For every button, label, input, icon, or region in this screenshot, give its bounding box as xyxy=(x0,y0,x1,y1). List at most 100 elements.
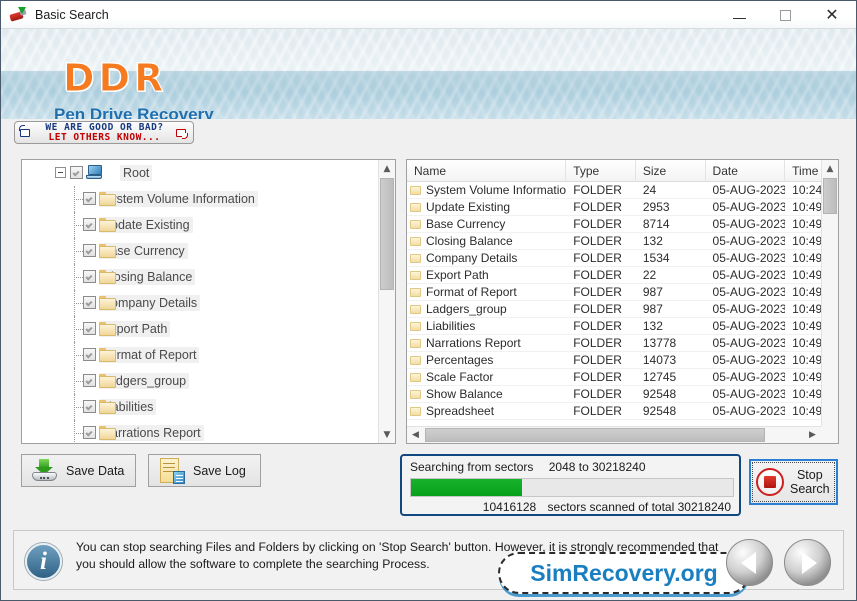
close-icon: ✕ xyxy=(825,5,839,24)
tree-guide-stub xyxy=(74,277,83,278)
tree-item-label: Root xyxy=(120,165,153,181)
file-list-body[interactable]: System Volume Information FOLDER 24 05-AUG-… xyxy=(407,182,821,425)
cell-size: 12745 xyxy=(642,370,677,384)
cell-name: Scale Factor xyxy=(426,370,494,384)
tree-checkbox[interactable] xyxy=(83,374,96,387)
table-row[interactable]: Company Details FOLDER 1534 05-AUG-2023 10:4… xyxy=(407,250,821,267)
cell-type: FOLDER xyxy=(573,353,622,367)
table-row[interactable]: System Volume Information FOLDER 24 05-AUG-… xyxy=(407,182,821,199)
cell-name: Export Path xyxy=(426,268,489,282)
cell-date: 05-AUG-2023 xyxy=(712,183,786,197)
tree-checkbox[interactable] xyxy=(83,244,96,257)
tree-item[interactable]: Export Path xyxy=(22,316,378,342)
scrollbar-thumb[interactable] xyxy=(380,178,394,290)
table-row[interactable]: Export Path FOLDER 22 05-AUG-2023 10:49 xyxy=(407,267,821,284)
tree-expander-icon[interactable] xyxy=(55,167,66,178)
window-title: Basic Search xyxy=(35,7,109,22)
table-row[interactable]: Show Balance FOLDER 92548 05-AUG-2023 10:49 xyxy=(407,386,821,403)
table-row[interactable]: Format of Report FOLDER 987 05-AUG-2023 10:4… xyxy=(407,284,821,301)
tree-checkbox[interactable] xyxy=(83,426,96,439)
column-header-time[interactable]: Time xyxy=(785,160,821,182)
file-list-header: Name Type Size Date Time xyxy=(407,160,821,182)
cell-time: 10:49 xyxy=(792,387,821,401)
save-data-button[interactable]: Save Data xyxy=(21,454,136,487)
tree-guide-stub xyxy=(74,433,83,434)
feedback-badge[interactable]: WE ARE GOOD OR BAD? LET OTHERS KNOW... xyxy=(14,121,194,144)
close-button[interactable]: ✕ xyxy=(808,1,856,29)
tree-item[interactable]: Ladgers_group xyxy=(22,368,378,394)
tree-checkbox[interactable] xyxy=(83,270,96,283)
scroll-left-icon[interactable]: ◀ xyxy=(407,427,424,443)
column-header-name[interactable]: Name xyxy=(407,160,567,182)
folder-icon xyxy=(99,218,116,232)
tree-item[interactable]: Liabilities xyxy=(22,394,378,420)
save-data-label: Save Data xyxy=(66,463,125,478)
scroll-right-icon[interactable]: ▶ xyxy=(804,427,821,443)
cell-size: 14073 xyxy=(642,353,677,367)
table-row[interactable]: Ladgers_group FOLDER 987 05-AUG-2023 10:49 xyxy=(407,301,821,318)
tree-item[interactable]: Update Existing xyxy=(22,212,378,238)
tree-checkbox[interactable] xyxy=(83,400,96,413)
tree-guide-stub xyxy=(74,303,83,304)
cell-time: 10:49 xyxy=(792,251,821,265)
scroll-up-icon[interactable]: ▲ xyxy=(379,160,395,177)
file-list-panel[interactable]: Name Type Size Date Time System Volume I… xyxy=(406,159,839,444)
tree-item[interactable]: Closing Balance xyxy=(22,264,378,290)
tree-checkbox[interactable] xyxy=(83,192,96,205)
column-header-size[interactable]: Size xyxy=(636,160,706,182)
scrollbar-thumb[interactable] xyxy=(823,178,837,214)
table-row[interactable]: Base Currency FOLDER 8714 05-AUG-2023 10:49 xyxy=(407,216,821,233)
cell-date: 05-AUG-2023 xyxy=(712,319,786,333)
table-row[interactable]: Update Existing FOLDER 2953 05-AUG-2023 10:4… xyxy=(407,199,821,216)
folder-tree-panel[interactable]: Root System Volume Information Update Exi… xyxy=(21,159,396,444)
title-bar: Basic Search ✕ xyxy=(1,1,856,29)
basic-search-window: Basic Search ✕ DDR Pen Drive Recovery WE… xyxy=(0,0,857,601)
tree-item[interactable]: System Volume Information xyxy=(22,186,378,212)
cell-size: 1534 xyxy=(642,251,670,265)
scroll-up-icon[interactable]: ▲ xyxy=(822,160,838,177)
save-drive-icon xyxy=(32,458,58,483)
list-horizontal-scrollbar[interactable]: ◀ ▶ xyxy=(407,426,821,443)
progress-bar xyxy=(410,478,734,497)
stop-icon xyxy=(756,468,784,496)
tree-checkbox[interactable] xyxy=(83,348,96,361)
tree-item[interactable]: Narrations Report xyxy=(22,420,378,443)
ddr-logo: DDR xyxy=(62,56,168,101)
column-header-type[interactable]: Type xyxy=(566,160,636,182)
maximize-button[interactable] xyxy=(762,1,808,29)
table-row[interactable]: Closing Balance FOLDER 132 05-AUG-2023 10:49 xyxy=(407,233,821,250)
minimize-button[interactable] xyxy=(716,1,762,29)
table-row[interactable]: Percentages FOLDER 14073 05-AUG-2023 10:49 xyxy=(407,352,821,369)
tree-item[interactable]: Base Currency xyxy=(22,238,378,264)
table-row[interactable]: Scale Factor FOLDER 12745 05-AUG-2023 10:49 xyxy=(407,369,821,386)
cell-date: 05-AUG-2023 xyxy=(712,200,786,214)
tree-item[interactable]: Company Details xyxy=(22,290,378,316)
cell-type: FOLDER xyxy=(573,234,622,248)
tree-guide-stub xyxy=(74,251,83,252)
cell-type: FOLDER xyxy=(573,370,622,384)
scroll-down-icon[interactable]: ▼ xyxy=(379,426,395,443)
folder-icon xyxy=(410,270,421,280)
table-row[interactable]: Narrations Report FOLDER 13778 05-AUG-2023 1… xyxy=(407,335,821,352)
stop-search-button[interactable]: Stop Search xyxy=(749,459,838,505)
tree-item-label: System Volume Information xyxy=(99,191,258,207)
column-header-date[interactable]: Date xyxy=(706,160,786,182)
previous-button[interactable] xyxy=(726,539,773,586)
table-row[interactable]: Spreadsheet FOLDER 92548 05-AUG-2023 10:49 xyxy=(407,403,821,420)
folder-tree[interactable]: Root System Volume Information Update Exi… xyxy=(22,160,378,443)
tree-vertical-scrollbar[interactable]: ▲ ▼ xyxy=(378,160,395,443)
save-log-button[interactable]: Save Log xyxy=(148,454,261,487)
tree-item[interactable]: Format of Report xyxy=(22,342,378,368)
next-button[interactable] xyxy=(784,539,831,586)
app-banner: DDR Pen Drive Recovery xyxy=(1,29,856,119)
list-vertical-scrollbar[interactable]: ▲ ▼ xyxy=(821,160,838,443)
folder-icon xyxy=(99,400,116,414)
tree-checkbox[interactable] xyxy=(83,218,96,231)
tree-checkbox[interactable] xyxy=(70,166,83,179)
scrollbar-thumb[interactable] xyxy=(425,428,765,442)
tree-item-root[interactable]: Root xyxy=(22,160,378,186)
cell-name: Spreadsheet xyxy=(426,404,495,418)
tree-checkbox[interactable] xyxy=(83,296,96,309)
tree-checkbox[interactable] xyxy=(83,322,96,335)
table-row[interactable]: Liabilities FOLDER 132 05-AUG-2023 10:49 xyxy=(407,318,821,335)
